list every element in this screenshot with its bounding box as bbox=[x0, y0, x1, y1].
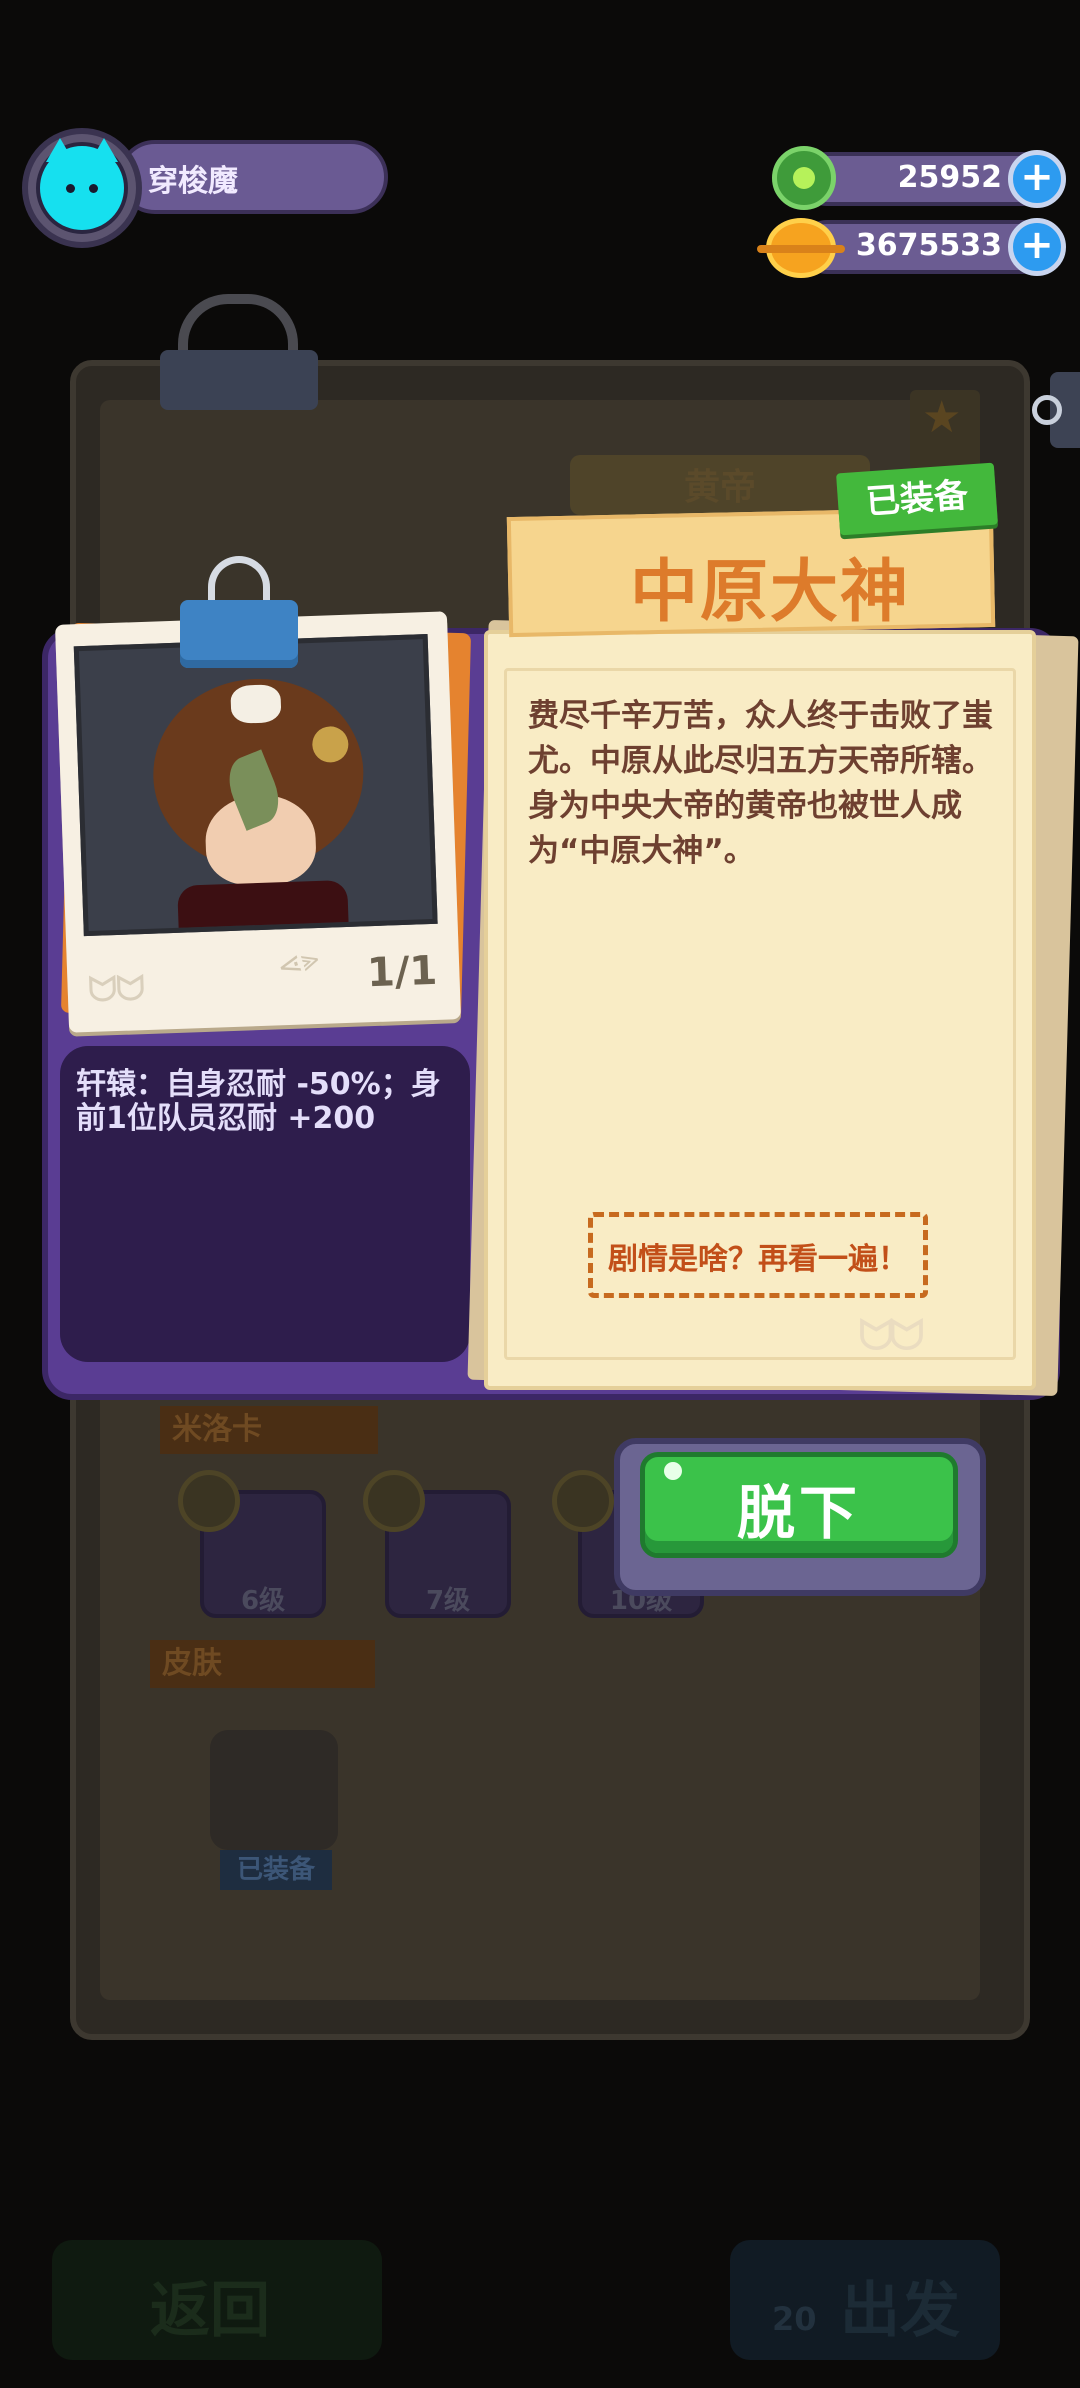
cat-ear-icon bbox=[46, 138, 74, 162]
depart-cost: 20 bbox=[772, 2300, 817, 2338]
equipped-badge: 已装备 bbox=[836, 462, 998, 536]
character-name: 黄帝 bbox=[683, 467, 756, 508]
card-description: 费尽千辛万苦，众人终于击败了蚩尤。中原从此尽归五方天帝所辖。身为中央大帝的黄帝也… bbox=[528, 698, 993, 869]
scissors-icon bbox=[1032, 395, 1062, 425]
cat-doodle-icon: ᗢᗢ bbox=[87, 968, 145, 1012]
hex-badge-icon bbox=[178, 1470, 240, 1532]
character-portrait bbox=[73, 633, 438, 937]
card-level-2: 7级 bbox=[425, 1586, 471, 1616]
clip-base bbox=[180, 600, 298, 668]
cat-eye-icon bbox=[89, 184, 98, 193]
add-coins-button[interactable]: + bbox=[1008, 218, 1066, 276]
background-clip-base bbox=[160, 350, 318, 410]
fish-bone-icon: ⋖⪢ bbox=[272, 940, 324, 987]
avatar[interactable] bbox=[36, 138, 128, 234]
card-level-1: 6级 bbox=[240, 1586, 286, 1616]
skin-equipped-tag: 已装备 bbox=[220, 1850, 332, 1890]
player-name: 穿梭魔 bbox=[148, 164, 238, 199]
skull-ornament-icon bbox=[230, 684, 282, 724]
star-icon: ★ bbox=[922, 392, 962, 443]
card-photo: ᗢᗢ ⋖⪢ 1/1 bbox=[54, 611, 462, 1033]
card-count: 1/1 bbox=[366, 947, 439, 997]
depart-button-label: 出发 bbox=[840, 2276, 960, 2346]
cat-eye-icon bbox=[66, 184, 75, 193]
card-title: 中原大神 bbox=[629, 553, 910, 632]
take-off-button-label: 脱下 bbox=[736, 1479, 861, 1547]
skin-thumbnail[interactable] bbox=[210, 1730, 338, 1850]
skill-description: 轩辕：自身忍耐 -50%；身前1位队员忍耐 +200 bbox=[76, 1067, 441, 1136]
gem-amount: 25952 bbox=[897, 160, 1002, 195]
section-skin-label: 皮肤 bbox=[150, 1640, 375, 1688]
cat-ear-icon bbox=[90, 138, 118, 162]
add-gems-button[interactable]: + bbox=[1008, 150, 1066, 208]
hex-badge-icon bbox=[552, 1470, 614, 1532]
coin-amount: 3675533 bbox=[855, 228, 1002, 263]
back-button-label: 返回 bbox=[150, 2276, 270, 2346]
section-cards-label: 米洛卡 bbox=[160, 1406, 378, 1454]
cat-doodle-icon: ᗢᗢ bbox=[858, 1310, 925, 1361]
hex-badge-icon bbox=[363, 1470, 425, 1532]
replay-story-label: 剧情是啥？再看一遍！ bbox=[608, 1242, 908, 1277]
